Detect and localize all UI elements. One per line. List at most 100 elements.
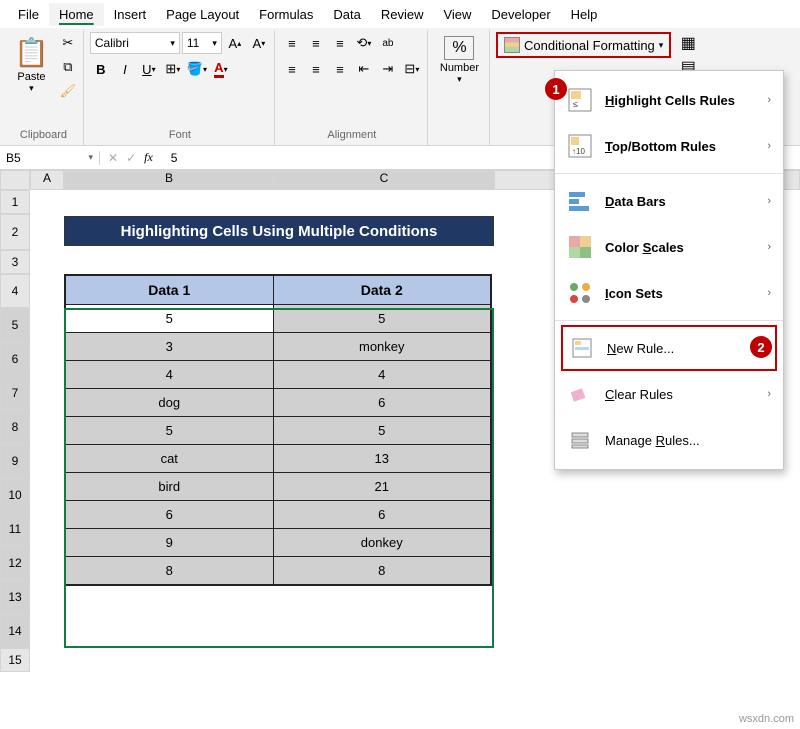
clear-rules-icon [567,381,593,407]
cell-c5[interactable]: 5 [273,305,491,333]
cut-button[interactable]: ✂ [57,32,79,54]
row-header-3[interactable]: 3 [0,250,30,274]
increase-font-button[interactable]: A▴ [224,32,246,54]
tab-insert[interactable]: Insert [104,3,157,26]
cell-b7[interactable]: 4 [65,361,273,389]
increase-indent-button[interactable]: ⇥ [377,58,399,80]
cell-c13[interactable]: donkey [273,529,491,557]
row-header-5[interactable]: 5 [0,308,30,342]
fill-color-button[interactable]: 🪣▾ [186,58,208,80]
enter-icon[interactable]: ✓ [126,151,136,165]
cell-b8[interactable]: dog [65,389,273,417]
tab-data[interactable]: Data [323,3,370,26]
cell-c9[interactable]: 5 [273,417,491,445]
decrease-font-button[interactable]: A▾ [248,32,270,54]
row-header-12[interactable]: 12 [0,546,30,580]
format-as-table-button[interactable]: ▦ [677,32,699,54]
cell-c8[interactable]: 6 [273,389,491,417]
cell-b13[interactable]: 9 [65,529,273,557]
align-left-button[interactable]: ≡ [281,58,303,80]
cell-b5[interactable]: 5 [65,305,273,333]
clipboard-label: Clipboard [8,127,79,143]
tab-review[interactable]: Review [371,3,434,26]
cell-c6[interactable]: monkey [273,333,491,361]
bold-button[interactable]: B [90,58,112,80]
menu-data-bars[interactable]: Data Bars › [555,178,783,224]
row-header-2[interactable]: 2 [0,214,30,250]
menu-top-bottom-rules[interactable]: ↑10 Top/Bottom Rules › [555,123,783,169]
cell-b14[interactable]: 8 [65,557,273,586]
row-header-13[interactable]: 13 [0,580,30,614]
row-header-8[interactable]: 8 [0,410,30,444]
cell-c14[interactable]: 8 [273,557,491,586]
fx-icon[interactable]: fx [144,150,153,165]
underline-button[interactable]: U▾ [138,58,160,80]
tab-developer[interactable]: Developer [481,3,560,26]
cell-c7[interactable]: 4 [273,361,491,389]
data-table: Data 1 Data 2 55 3monkey 44 dog6 55 cat1… [64,274,492,586]
menu-icon-sets[interactable]: Icon Sets › [555,270,783,316]
row-header-6[interactable]: 6 [0,342,30,376]
table-icon: ▦ [681,33,696,53]
paste-button[interactable]: 📋 Paste ▾ [8,32,55,98]
border-icon: ⊞ [165,61,176,77]
menu-new-rule[interactable]: New Rule... [561,325,777,371]
font-color-button[interactable]: A▾ [210,58,232,80]
orientation-button[interactable]: ⟲▾ [353,32,375,54]
cell-b6[interactable]: 3 [65,333,273,361]
menu-clear-rules[interactable]: Clear Rules › [555,371,783,417]
merge-button[interactable]: ⊟▾ [401,58,423,80]
tab-help[interactable]: Help [561,3,608,26]
tab-home[interactable]: Home [49,3,104,26]
conditional-formatting-button[interactable]: Conditional Formatting ▾ [496,32,671,58]
select-all-corner[interactable] [0,170,30,190]
decrease-indent-button[interactable]: ⇤ [353,58,375,80]
align-top-button[interactable]: ≡ [281,32,303,54]
row-header-9[interactable]: 9 [0,444,30,478]
tab-file[interactable]: File [8,3,49,26]
font-size-select[interactable]: 11▾ [182,32,222,54]
watermark: wsxdn.com [739,713,794,725]
align-bottom-button[interactable]: ≡ [329,32,351,54]
cell-c10[interactable]: 13 [273,445,491,473]
cell-b11[interactable]: bird [65,473,273,501]
format-painter-button[interactable]: 🖌 [57,80,79,102]
align-center-button[interactable]: ≡ [305,58,327,80]
row-header-14[interactable]: 14 [0,614,30,648]
row-header-4[interactable]: 4 [0,274,30,308]
cell-c12[interactable]: 6 [273,501,491,529]
cell-b9[interactable]: 5 [65,417,273,445]
menu-manage-rules[interactable]: Manage Rules... [555,417,783,463]
font-name-select[interactable]: Calibri▾ [90,32,180,54]
italic-button[interactable]: I [114,58,136,80]
align-middle-button[interactable]: ≡ [305,32,327,54]
row-header-7[interactable]: 7 [0,376,30,410]
percent-icon: % [444,36,474,60]
name-box[interactable]: B5▾ [0,151,100,165]
border-button[interactable]: ⊞▾ [162,58,184,80]
tab-view[interactable]: View [433,3,481,26]
group-clipboard: 📋 Paste ▾ ✂ ⧉ 🖌 Clipboard [4,30,84,145]
row-header-15[interactable]: 15 [0,648,30,672]
cancel-icon[interactable]: ✕ [108,151,118,165]
menu-color-scales[interactable]: Color Scales › [555,224,783,270]
cell-c11[interactable]: 21 [273,473,491,501]
cell-b10[interactable]: cat [65,445,273,473]
menu-highlight-cells-rules[interactable]: ≤ Highlight Cells Rules › [555,77,783,123]
formula-input[interactable]: 5 [161,151,178,165]
row-header-10[interactable]: 10 [0,478,30,512]
cell-b12[interactable]: 6 [65,501,273,529]
row-header-11[interactable]: 11 [0,512,30,546]
col-header-a[interactable]: A [30,170,64,190]
row-headers: 1 2 3 4 5 6 7 8 9 10 11 12 13 14 15 [0,190,30,672]
col-header-b[interactable]: B [64,170,274,190]
wrap-text-button[interactable]: ab [377,32,399,54]
row-header-1[interactable]: 1 [0,190,30,214]
align-right-button[interactable]: ≡ [329,58,351,80]
copy-button[interactable]: ⧉ [57,56,79,78]
tab-page-layout[interactable]: Page Layout [156,3,249,26]
tab-formulas[interactable]: Formulas [249,3,323,26]
number-format-button[interactable]: % Number ▾ [434,32,485,89]
col-header-c[interactable]: C [274,170,494,190]
data-bars-icon [567,188,593,214]
